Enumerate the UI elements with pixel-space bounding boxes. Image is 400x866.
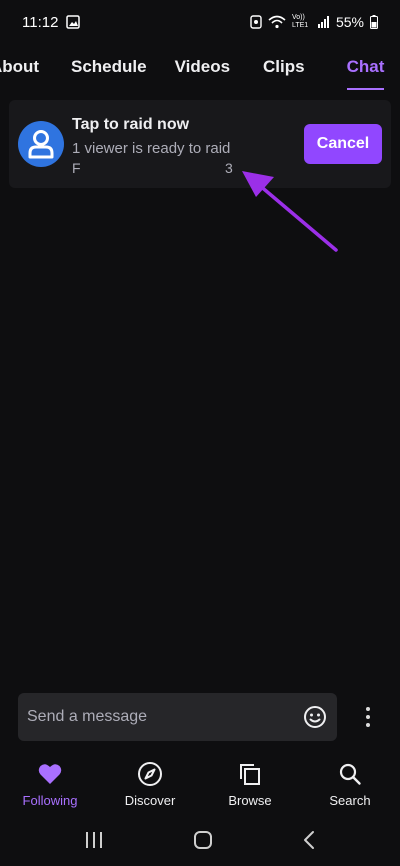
heart-icon xyxy=(38,760,62,788)
system-nav-bar xyxy=(0,814,400,866)
annotation-arrow xyxy=(242,171,338,252)
tab-label: About xyxy=(0,57,40,76)
raid-channel-initial: F xyxy=(72,160,81,176)
chat-placeholder: Send a message xyxy=(27,708,148,725)
cancel-button[interactable]: Cancel xyxy=(304,124,382,164)
status-left: 11:12 xyxy=(22,13,81,31)
channel-tabs: About Schedule Videos Clips Chat xyxy=(0,44,384,90)
nav-following[interactable]: Following xyxy=(0,752,100,814)
browse-icon xyxy=(238,760,262,788)
status-bar: 11:12 Vo)) LTE1 55% xyxy=(0,0,400,44)
nav-label: Browse xyxy=(228,793,272,808)
network-label: Vo)) LTE1 xyxy=(291,14,309,29)
tab-label: Clips xyxy=(263,57,305,76)
raid-subtitle: 1 viewer is ready to raid xyxy=(72,140,231,157)
tab-label: Videos xyxy=(174,57,231,76)
notification-icon xyxy=(250,15,262,29)
tab-label: Schedule xyxy=(71,57,147,76)
more-options-icon[interactable] xyxy=(358,705,378,729)
search-icon xyxy=(338,760,362,788)
battery-percent: 55% xyxy=(335,14,364,30)
bottom-nav: Following Discover Browse Search xyxy=(0,752,400,814)
battery-icon xyxy=(370,15,378,29)
tab-about[interactable]: About xyxy=(0,44,58,90)
gallery-icon xyxy=(66,15,81,29)
home-icon[interactable] xyxy=(193,830,213,850)
recent-apps-icon[interactable] xyxy=(84,831,104,849)
tab-videos[interactable]: Videos xyxy=(175,44,230,90)
nav-label: Search xyxy=(329,793,371,808)
tab-label: Chat xyxy=(346,57,385,76)
back-icon[interactable] xyxy=(302,830,316,850)
nav-discover[interactable]: Discover xyxy=(100,752,200,814)
status-time: 11:12 xyxy=(22,13,59,31)
chat-input[interactable]: Send a message xyxy=(18,693,337,741)
emoji-icon[interactable] xyxy=(303,705,327,729)
wifi-icon xyxy=(268,15,286,29)
signal-icon xyxy=(317,16,330,28)
nav-browse[interactable]: Browse xyxy=(200,752,300,814)
tab-schedule[interactable]: Schedule xyxy=(71,44,147,90)
user-icon xyxy=(28,130,54,159)
status-right: Vo)) LTE1 55% xyxy=(250,14,378,30)
nav-label: Following xyxy=(22,793,78,808)
nav-search[interactable]: Search xyxy=(300,752,400,814)
raid-title: Tap to raid now xyxy=(72,116,190,133)
tab-clips[interactable]: Clips xyxy=(263,44,305,90)
raid-countdown: 3 xyxy=(225,160,233,176)
tab-chat[interactable]: Chat xyxy=(346,44,385,90)
compass-icon xyxy=(137,760,163,788)
nav-label: Discover xyxy=(124,793,176,808)
avatar xyxy=(18,121,64,167)
